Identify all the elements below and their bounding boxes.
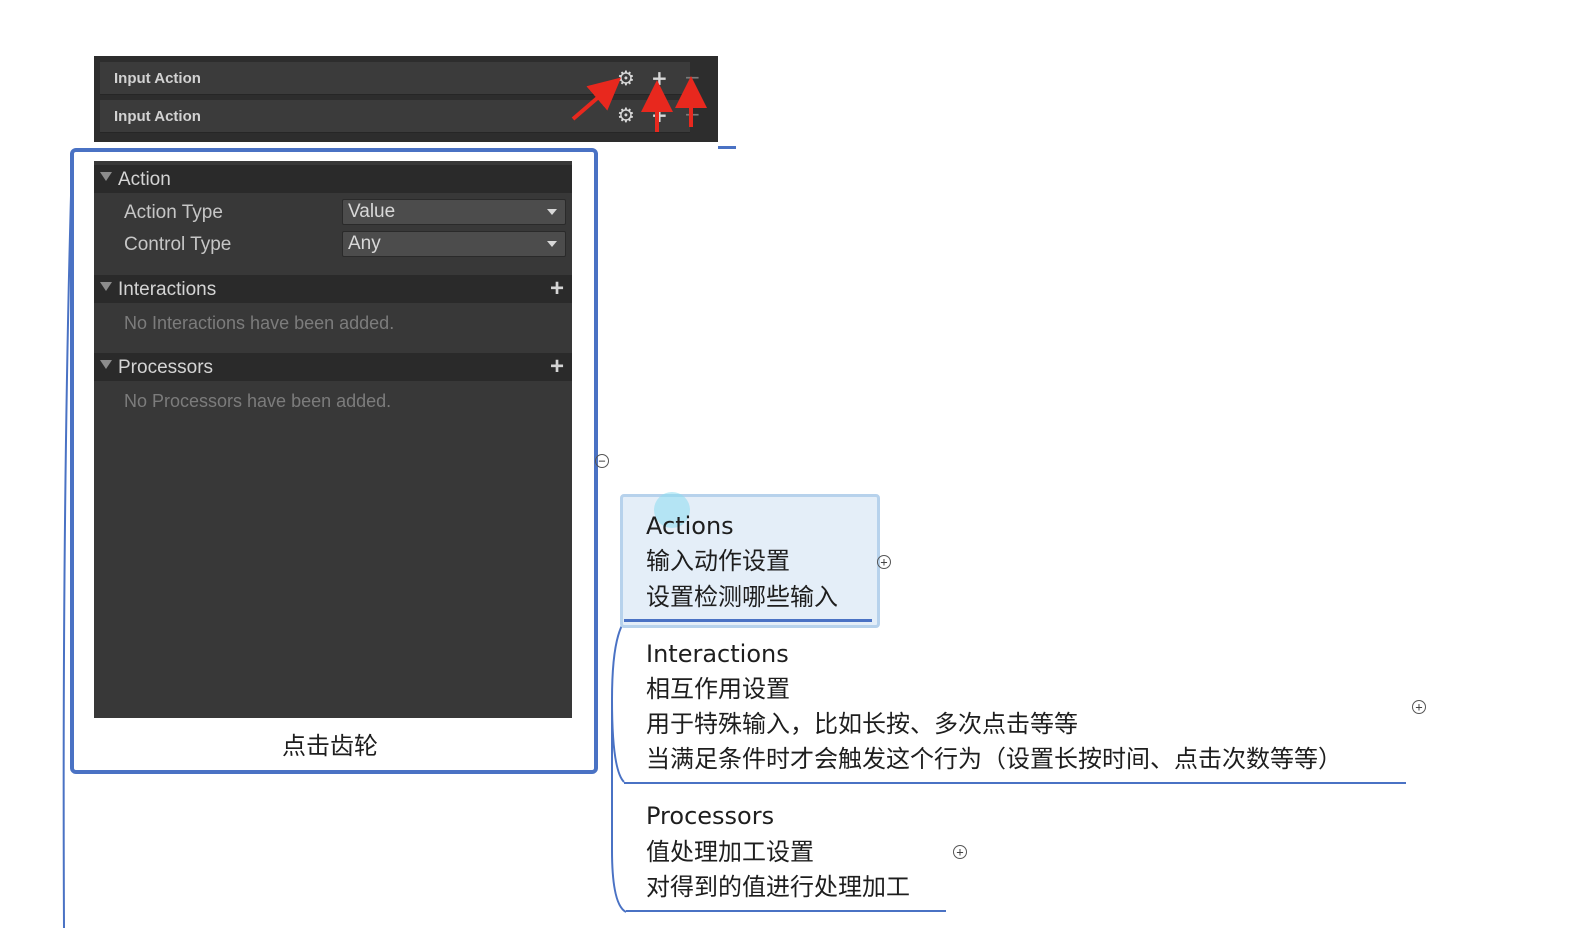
processors-node-underline <box>626 910 946 912</box>
expand-circle-icon[interactable]: + <box>1412 700 1426 714</box>
interactions-node-line: 相互作用设置 <box>646 675 790 703</box>
branch-line <box>610 621 625 783</box>
collapse-circle-icon[interactable]: − <box>595 454 609 468</box>
branch-line <box>610 700 627 913</box>
interactions-node-line: 用于特殊输入，比如长按、多次点击等等 <box>646 710 1078 738</box>
connector-overlay <box>62 76 707 928</box>
interactions-node-title[interactable]: Interactions <box>646 638 789 670</box>
actions-node-line: 输入动作设置 <box>646 547 790 575</box>
actions-node-title: Actions <box>646 512 734 540</box>
processors-node-title[interactable]: Processors <box>646 800 774 832</box>
actions-node-line: 设置检测哪些输入 <box>646 583 838 611</box>
interactions-node-underline <box>624 782 1406 784</box>
red-arrow-icon <box>571 77 622 121</box>
branch-line <box>62 159 73 928</box>
processors-node-line: 对得到的值进行处理加工 <box>646 873 910 901</box>
actions-node-underline <box>624 619 872 622</box>
interactions-node-line: 当满足条件时才会触发这个行为（设置长按时间、点击次数等等） <box>646 745 1342 773</box>
expand-circle-icon[interactable]: + <box>953 845 967 859</box>
expand-circle-icon[interactable]: + <box>877 555 891 569</box>
processors-node-line: 值处理加工设置 <box>646 838 814 866</box>
